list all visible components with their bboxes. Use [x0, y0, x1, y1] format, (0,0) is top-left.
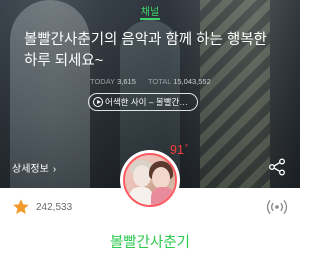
chevron-right-icon: › — [52, 164, 57, 175]
star-icon — [13, 199, 29, 215]
today-label: TODAY — [90, 77, 116, 86]
share-icon[interactable] — [268, 158, 286, 176]
rating-control[interactable]: 242,533 — [12, 199, 72, 215]
channel-tab-label: 채널 — [140, 7, 160, 18]
play-circle-icon — [93, 97, 103, 107]
total-label: TOTAL — [147, 77, 172, 86]
detail-info-label: 상세정보 — [12, 164, 49, 175]
total-count: 15,043,552 — [173, 77, 211, 86]
avatar-image — [123, 153, 177, 207]
temperature-unit: ° — [184, 143, 189, 152]
temperature-value: 91 — [170, 143, 184, 157]
rating-count: 242,533 — [36, 201, 73, 213]
now-playing-track: 어색한 사이 – 볼빨간… — [105, 97, 188, 107]
channel-name: 볼빨간사춘기 — [109, 235, 191, 251]
background-figure — [200, 0, 270, 188]
channel-title: 볼빨간사춘기의 음악과 함께 하는 행복한 하루 되세요~ — [24, 32, 267, 69]
channel-temperature: 91° — [170, 143, 188, 157]
visit-stats: TODAY 3,615 TOTAL 15,043,552 — [90, 77, 211, 86]
now-playing-button[interactable]: 어색한 사이 – 볼빨간… — [88, 93, 198, 111]
channel-avatar[interactable] — [120, 150, 180, 210]
detail-info-link[interactable]: 상세정보 › — [12, 160, 56, 175]
channel-tab-indicator — [140, 18, 160, 20]
broadcast-icon[interactable] — [266, 198, 288, 216]
today-count: 3,615 — [117, 77, 136, 86]
